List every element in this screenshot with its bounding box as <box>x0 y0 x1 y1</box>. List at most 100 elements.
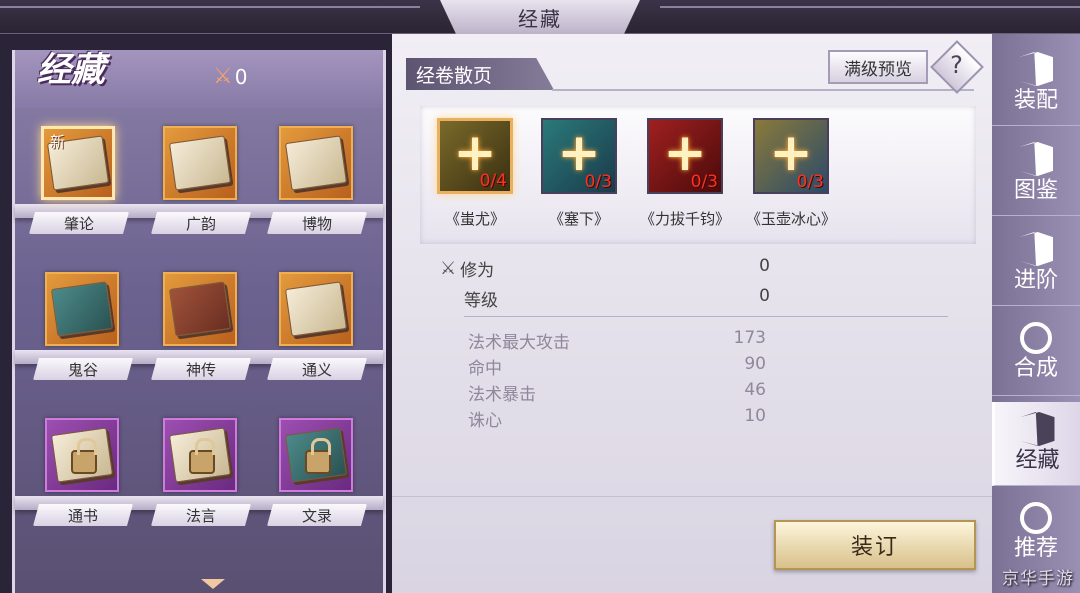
currency-value: 0 <box>234 64 248 89</box>
tab-scripture[interactable]: 经藏 <box>992 402 1080 486</box>
attr-label: 命中 <box>468 359 502 379</box>
book-icon[interactable] <box>163 272 237 346</box>
content-panel: 经卷散页 满级预览 ? + 0/4 《蚩尤》 + 0/3 《塞下》 + 0/3 … <box>392 34 992 593</box>
stat-row-level: 等级 0 <box>440 286 980 316</box>
book-art <box>168 135 232 191</box>
page-name: 《塞下》 <box>548 210 609 228</box>
top-divider-left <box>0 6 420 8</box>
book-icon[interactable] <box>279 272 353 346</box>
top-bar: 经藏 <box>0 0 1080 34</box>
book-slot-shenzhuan[interactable]: 神传 <box>151 272 251 380</box>
book-label: 法言 <box>151 504 251 526</box>
level-label: 等级 <box>464 291 498 311</box>
tab-codex[interactable]: 图鉴 <box>992 132 1080 216</box>
book-icon[interactable] <box>45 418 119 492</box>
section-divider <box>552 89 974 91</box>
cultivation-value: 0 <box>759 256 770 276</box>
book-icon[interactable]: 新 <box>41 126 115 200</box>
book-slot-guangyun[interactable]: 广韵 <box>151 126 251 234</box>
stats-block: ⚔ 修为 0 等级 0 法术最大攻击 173 命中 90 法术暴击 46 诛心 … <box>440 256 980 432</box>
tab-label: 经藏 <box>1015 448 1060 473</box>
book-label: 鬼谷 <box>33 358 133 380</box>
book-label: 博物 <box>267 212 367 234</box>
book-icon <box>1020 412 1055 446</box>
scattered-pages-box: + 0/4 《蚩尤》 + 0/3 《塞下》 + 0/3 《力拔千钧》 + 0/3 <box>420 106 976 244</box>
attr-label: 诛心 <box>468 411 502 431</box>
page-count: 0/3 <box>584 172 612 192</box>
page-slot-saixia[interactable]: + 0/3 《塞下》 <box>524 118 634 229</box>
book-icon[interactable] <box>163 126 237 200</box>
book-slot-zhaolun[interactable]: 新 肇论 <box>29 126 129 234</box>
book-slot-guigu[interactable]: 鬼谷 <box>33 272 133 380</box>
window-title: 经藏 <box>440 0 640 34</box>
bind-button[interactable]: 装订 <box>774 520 976 570</box>
shelf-row: 新 肇论 广韵 博物 <box>15 126 383 272</box>
crossed-swords-icon: ⚔ <box>213 64 233 89</box>
page-slot-libaqianjun[interactable]: + 0/3 《力拔千钧》 <box>630 118 740 229</box>
question-mark-icon: ? <box>950 51 963 80</box>
book-art <box>284 135 348 191</box>
page-icon[interactable]: + 0/3 <box>647 118 723 194</box>
attr-label: 法术最大攻击 <box>468 333 570 353</box>
page-icon[interactable]: + 0/4 <box>437 118 513 194</box>
bookshelf-panel: 经藏 ⚔ 0 新 肇论 广韵 博物 鬼谷 神传 通义 通书 法言 文录 <box>12 50 386 593</box>
page-slot-chiyou[interactable]: + 0/4 《蚩尤》 <box>420 118 530 229</box>
book-art <box>284 281 348 337</box>
book-slot-tongyi[interactable]: 通义 <box>267 272 367 380</box>
tab-synthesize[interactable]: 合成 <box>992 312 1080 396</box>
book-label: 通书 <box>33 504 133 526</box>
book-slot-bowu[interactable]: 博物 <box>267 126 367 234</box>
tab-label: 合成 <box>1013 356 1058 381</box>
cycle-icon <box>1020 322 1052 354</box>
thumbs-up-icon <box>1020 502 1052 534</box>
attr-label: 法术暴击 <box>468 385 536 405</box>
page-count: 0/3 <box>690 172 718 192</box>
help-button[interactable]: ? <box>930 40 984 94</box>
tab-equip[interactable]: 装配 <box>992 42 1080 126</box>
page-icon[interactable]: + 0/3 <box>541 118 617 194</box>
page-name: 《玉壶冰心》 <box>745 210 836 228</box>
attr-row: 法术最大攻击 173 <box>440 328 980 354</box>
book-label: 肇论 <box>29 212 129 234</box>
lock-icon <box>189 438 215 474</box>
book-icon[interactable] <box>163 418 237 492</box>
lock-icon <box>71 438 97 474</box>
currency-counter: ⚔ 0 <box>213 64 247 89</box>
attr-row: 法术暴击 46 <box>440 380 980 406</box>
attr-row: 诛心 10 <box>440 406 980 432</box>
book-icon[interactable] <box>279 418 353 492</box>
attr-value: 46 <box>744 380 766 400</box>
page-icon[interactable]: + 0/3 <box>753 118 829 194</box>
book-icon <box>1019 142 1053 176</box>
tab-label: 进阶 <box>1013 268 1058 293</box>
new-tag: 新 <box>50 133 66 151</box>
book-icon[interactable] <box>45 272 119 346</box>
attr-row: 命中 90 <box>440 354 980 380</box>
attr-value: 90 <box>744 354 766 374</box>
book-label: 文录 <box>267 504 367 526</box>
book-slot-wenlu[interactable]: 文录 <box>267 418 367 526</box>
book-slot-tongshu[interactable]: 通书 <box>33 418 133 526</box>
lock-icon <box>305 438 331 474</box>
section-title: 经卷散页 <box>406 58 554 90</box>
tab-label: 装配 <box>1013 88 1058 113</box>
book-slot-fayan[interactable]: 法言 <box>151 418 251 526</box>
book-icon[interactable] <box>279 126 353 200</box>
watermark: 京华手游 <box>1002 569 1074 589</box>
tab-advance[interactable]: 进阶 <box>992 222 1080 306</box>
book-label: 广韵 <box>151 212 251 234</box>
tab-label: 图鉴 <box>1013 178 1058 203</box>
max-level-preview-button[interactable]: 满级预览 <box>828 50 928 84</box>
attr-value: 173 <box>733 328 766 348</box>
scroll-down-arrow-icon[interactable] <box>201 579 225 591</box>
page-slot-yuhubingxin[interactable]: + 0/3 《玉壶冰心》 <box>736 118 846 229</box>
top-divider-right <box>660 6 1080 8</box>
stat-label: ⚔ 修为 <box>440 256 494 281</box>
page-name: 《蚩尤》 <box>444 210 505 228</box>
level-value: 0 <box>759 286 770 306</box>
page-count: 0/3 <box>796 172 824 192</box>
page-name: 《力拔千钧》 <box>639 210 730 228</box>
attr-value: 10 <box>744 406 766 426</box>
book-art <box>50 281 114 337</box>
page-count: 0/4 <box>479 171 507 191</box>
